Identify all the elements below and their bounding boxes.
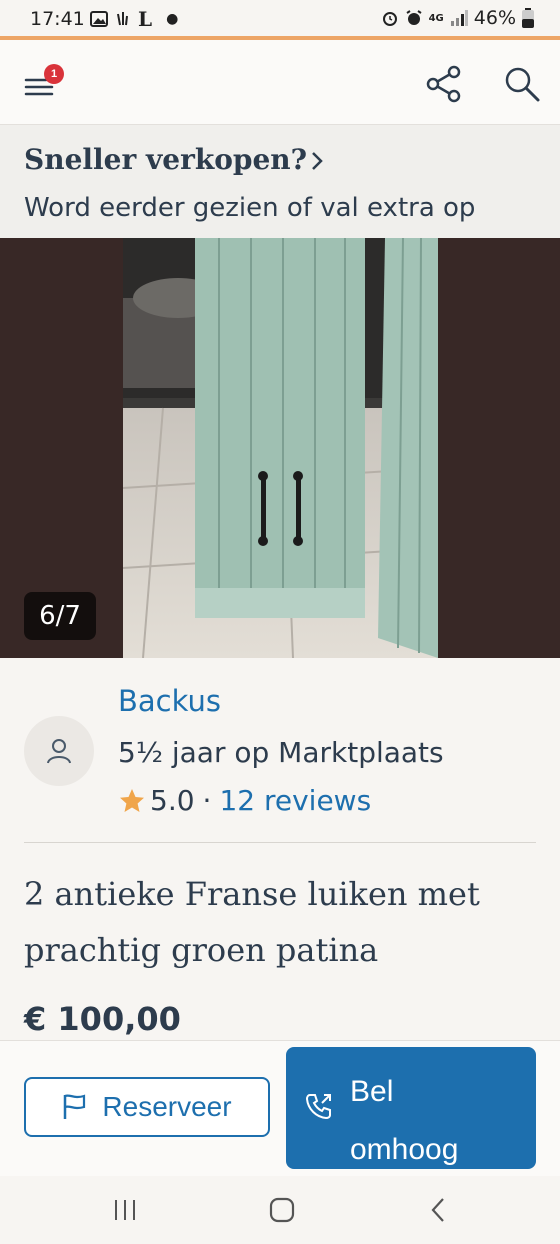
alarm-icon <box>382 12 397 26</box>
alarm-clock-icon <box>406 10 422 25</box>
seller-info[interactable]: Backus 5½ jaar op Marktplaats 5.0 · 12 r… <box>0 660 560 845</box>
reserve-label: Reserveer <box>102 1091 232 1122</box>
search-button[interactable] <box>500 62 544 106</box>
flag-icon <box>64 1094 86 1119</box>
status-left-icons: L ● <box>90 7 178 31</box>
listing-photo[interactable] <box>123 238 438 658</box>
photo-gallery[interactable]: 6/7 <box>0 238 560 658</box>
call-label: Bel omhoog <box>350 1075 459 1166</box>
system-nav-bar <box>0 1176 560 1244</box>
home-icon[interactable] <box>268 1196 296 1224</box>
promo-subtitle: Word eerder gezien of val extra op <box>24 193 476 223</box>
call-button[interactable]: Bel omhoog <box>286 1047 536 1169</box>
listing-title: 2 antieke Franse luiken met prachtig gro… <box>24 875 480 969</box>
phone-callback-icon <box>305 1094 331 1120</box>
image-icon <box>90 11 108 27</box>
listing-price: € 100,00 <box>24 1000 181 1038</box>
promo-banner[interactable]: Sneller verkopen? Word eerder gezien of … <box>0 125 560 238</box>
shutter-photo-illustration <box>123 238 438 658</box>
action-bar: Reserveer Bel omhoog <box>0 1040 560 1177</box>
share-button[interactable] <box>424 64 464 104</box>
notification-icon <box>117 12 128 26</box>
dot-icon: ● <box>166 11 179 27</box>
battery-percent: 46% <box>473 7 516 29</box>
chevron-right-icon <box>312 152 323 170</box>
user-icon <box>47 739 71 764</box>
signal-icon <box>450 10 468 26</box>
back-icon[interactable] <box>428 1196 448 1224</box>
reserve-button[interactable]: Reserveer <box>24 1077 270 1137</box>
rating-separator: · <box>202 784 212 817</box>
rating-value: 5.0 <box>150 784 195 817</box>
seller-rating: 5.0 · 12 reviews <box>118 784 371 817</box>
divider <box>24 842 536 843</box>
battery-icon <box>522 8 534 28</box>
recent-apps-icon[interactable] <box>112 1198 138 1222</box>
status-bar: 17:41 L ● 4G 46% <box>0 0 560 36</box>
notification-badge: 1 <box>44 64 64 84</box>
avatar <box>24 716 94 786</box>
reviews-link[interactable]: 12 reviews <box>219 784 371 817</box>
app-header: 1 <box>0 40 560 125</box>
seller-membership: 5½ jaar op Marktplaats <box>118 736 444 769</box>
promo-title: Sneller verkopen? <box>24 143 308 176</box>
network-label: 4G <box>428 12 444 24</box>
search-icon <box>505 67 540 102</box>
status-time: 17:41 <box>30 8 85 30</box>
l-app-icon: L <box>138 7 153 31</box>
share-icon <box>426 65 461 103</box>
star-icon <box>120 788 144 812</box>
photo-counter: 6/7 <box>24 592 96 640</box>
status-right-icons: 4G 46% <box>381 7 534 29</box>
seller-name[interactable]: Backus <box>118 684 221 718</box>
